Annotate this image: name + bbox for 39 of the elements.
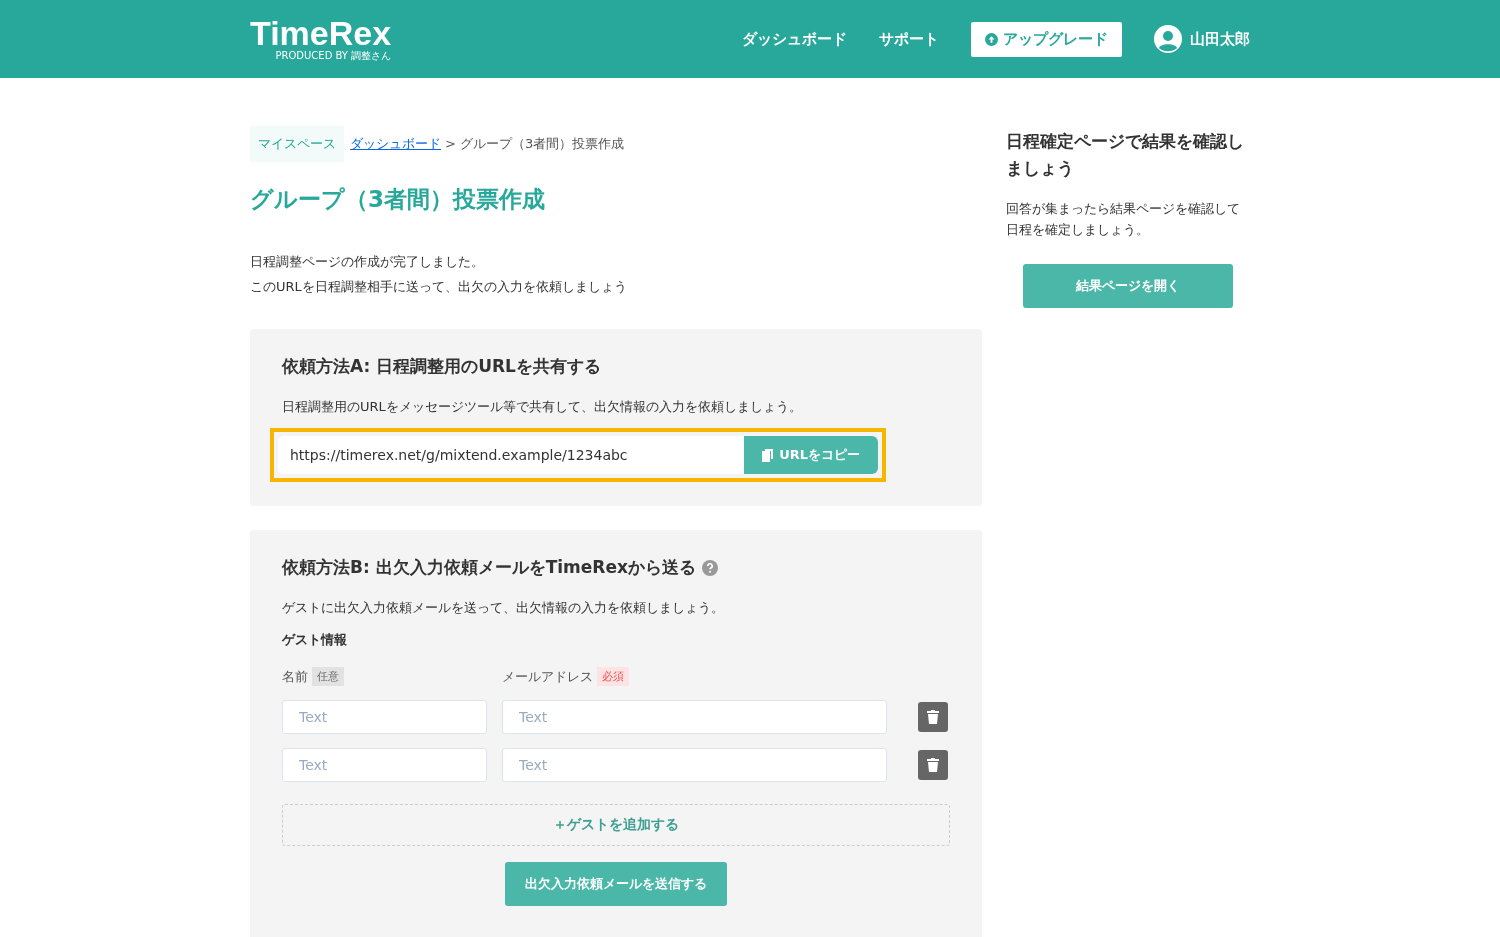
- send-email-button[interactable]: 出欠入力依頼メールを送信する: [505, 862, 727, 906]
- breadcrumb-home[interactable]: マイスペース: [250, 126, 344, 162]
- logo-tagline: PRODUCED BY 調整さん: [275, 50, 392, 62]
- logo[interactable]: TimeRex: [250, 16, 392, 50]
- intro-text: 日程調整ページの作成が完了しました。: [250, 253, 485, 271]
- nav-link[interactable]: サポート: [879, 29, 939, 49]
- nav-link[interactable]: ダッシュボード: [742, 29, 847, 49]
- required-badge: 必須: [597, 667, 629, 686]
- card-title: 依頼方法A: 日程調整用のURLを共有する: [282, 355, 602, 378]
- card-title: 依頼方法B: 出欠入力依頼メールをTimeRexから送る: [282, 556, 696, 579]
- upgrade-button[interactable]: アップグレード: [971, 21, 1122, 57]
- card-description: 日程調整用のURLをメッセージツール等で共有して、出欠情報の入力を依頼しましょう。: [282, 398, 803, 416]
- delete-button[interactable]: [918, 702, 948, 732]
- section-label: ゲスト情報: [282, 631, 348, 649]
- card-description: ゲストに出欠入力依頼メールを送って、出欠情報の入力を依頼しましょう。: [282, 599, 725, 617]
- breadcrumb-current: > グループ（3者間）投票作成: [445, 135, 625, 153]
- arrow-up-circle-icon: [985, 32, 998, 46]
- email-field[interactable]: Text: [502, 700, 887, 734]
- breadcrumb-link[interactable]: ダッシュボード: [350, 135, 441, 153]
- trash-icon: [927, 710, 939, 724]
- page-title: グループ（3者間）投票作成: [250, 185, 546, 214]
- help-icon[interactable]: [701, 559, 718, 576]
- trash-icon: [927, 758, 939, 772]
- sidebar-description: 回答が集まったら結果ページを確認して日程を確定しましょう。: [1006, 200, 1241, 239]
- copy-url-button[interactable]: URLをコピー: [744, 436, 878, 474]
- delete-button[interactable]: [918, 750, 948, 780]
- optional-badge: 任意: [312, 667, 344, 686]
- user-name[interactable]: 山田太郎: [1190, 29, 1250, 49]
- user-avatar-icon[interactable]: [1154, 25, 1182, 53]
- column-label: メールアドレス: [502, 667, 593, 686]
- sidebar-title: 日程確定ページで結果を確認しましょう: [1006, 130, 1245, 180]
- name-field[interactable]: Text: [282, 700, 487, 734]
- name-field[interactable]: Text: [282, 748, 487, 782]
- intro-text: このURLを日程調整相手に送って、出欠の入力を依頼しましょう: [250, 278, 628, 296]
- copy-icon: [762, 448, 774, 462]
- column-label: 名前: [282, 667, 308, 686]
- open-results-button[interactable]: 結果ページを開く: [1023, 264, 1233, 308]
- add-guest-button[interactable]: ＋ゲストを追加する: [282, 804, 950, 846]
- email-field[interactable]: Text: [502, 748, 887, 782]
